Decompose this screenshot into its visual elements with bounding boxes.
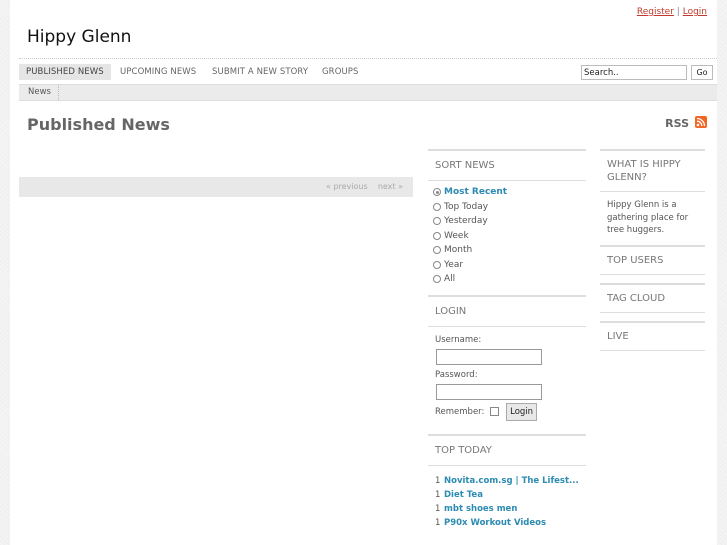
list-item: 1 mbt shoes men [435,503,518,514]
login-link[interactable]: Login [683,7,707,17]
pagination-bar: « previous next » [19,177,413,197]
sort-option-all[interactable]: All [433,272,581,287]
tag-cloud-title[interactable]: TAG CLOUD [600,282,705,313]
sort-news-title: SORT NEWS [428,149,586,181]
page-title: Published News [27,115,170,134]
nav-upcoming-news[interactable]: UPCOMING NEWS [113,64,203,80]
sort-option-year[interactable]: Year [433,258,581,273]
sort-option-week[interactable]: Week [433,229,581,244]
header-divider [19,58,717,59]
page: Register | Login Hippy Glenn PUBLISHED N… [10,0,717,545]
radio-icon[interactable] [433,188,441,196]
password-label: Password: [435,369,478,380]
top-today-link[interactable]: mbt shoes men [444,504,517,514]
nav-submit-story[interactable]: SUBMIT A NEW STORY [205,64,315,80]
sort-option-yesterday[interactable]: Yesterday [433,214,581,229]
sidebar-middle: SORT NEWS Most Recent Top Today Yesterda… [428,149,586,530]
list-item: 1 P90x Workout Videos [435,517,547,528]
login-button[interactable]: Login [506,402,538,421]
nav-published-news[interactable]: PUBLISHED NEWS [19,64,111,80]
radio-icon[interactable] [433,217,441,225]
sort-option-top-today[interactable]: Top Today [433,200,581,215]
header-links-separator: | [676,7,680,17]
pagination: « previous next » [326,182,403,191]
remember-checkbox[interactable] [490,407,500,416]
radio-icon[interactable] [433,231,441,240]
nav-groups[interactable]: GROUPS [315,64,366,80]
radio-icon[interactable] [433,260,441,269]
about-text: Hippy Glenn is a gathering place for tre… [607,200,689,235]
remember-label: Remember: [435,406,485,417]
top-today-title: TOP TODAY [428,433,586,466]
top-today-link[interactable]: P90x Workout Videos [444,518,546,528]
top-today-link[interactable]: Novita.com.sg | The Lifest... [444,476,579,486]
live-title[interactable]: LIVE [600,320,705,351]
rss-label[interactable]: RSS [665,117,689,130]
sort-news-list: Most Recent Top Today Yesterday Week Mon… [428,181,586,287]
top-users-title[interactable]: TOP USERS [600,244,705,275]
password-field[interactable] [436,383,542,400]
username-field[interactable] [436,348,542,365]
about-title: WHAT IS HIPPY GLENN? [600,149,705,192]
login-box-title: LOGIN [428,294,586,327]
subnav-tab-news[interactable]: News [21,85,59,100]
top-today-list: 1 Novita.com.sg | The Lifest... 1 Diet Tea… [428,466,586,530]
sidebar-right: WHAT IS HIPPY GLENN? Hippy Glenn is a ga… [600,149,705,351]
header-links: Register | Login [637,7,707,17]
top-today-link[interactable]: Diet Tea [444,490,483,500]
subnav-bar: News [19,84,717,101]
sort-option-most-recent[interactable]: Most Recent [433,185,581,200]
sort-option-month[interactable]: Month [433,243,581,258]
site-title[interactable]: Hippy Glenn [27,27,131,47]
rss-link[interactable]: RSS [647,116,707,130]
search-input[interactable] [581,65,687,80]
register-link[interactable]: Register [637,7,674,17]
radio-icon[interactable] [433,275,441,283]
remember-row: Remember: Login [428,402,586,421]
username-label: Username: [435,334,482,345]
previous-page-link[interactable]: « previous [326,182,368,191]
main-nav: PUBLISHED NEWS UPCOMING NEWS SUBMIT A NE… [19,64,717,80]
next-page-link[interactable]: next » [378,182,403,191]
search-go-button[interactable]: Go [691,65,713,80]
radio-icon[interactable] [433,246,441,254]
list-item: 1 Novita.com.sg | The Lifest... [435,475,579,486]
radio-icon[interactable] [433,202,441,211]
login-form: Username: Password: Remember: Login [428,327,586,421]
list-item: 1 Diet Tea [435,489,483,500]
rss-icon[interactable] [695,116,707,128]
